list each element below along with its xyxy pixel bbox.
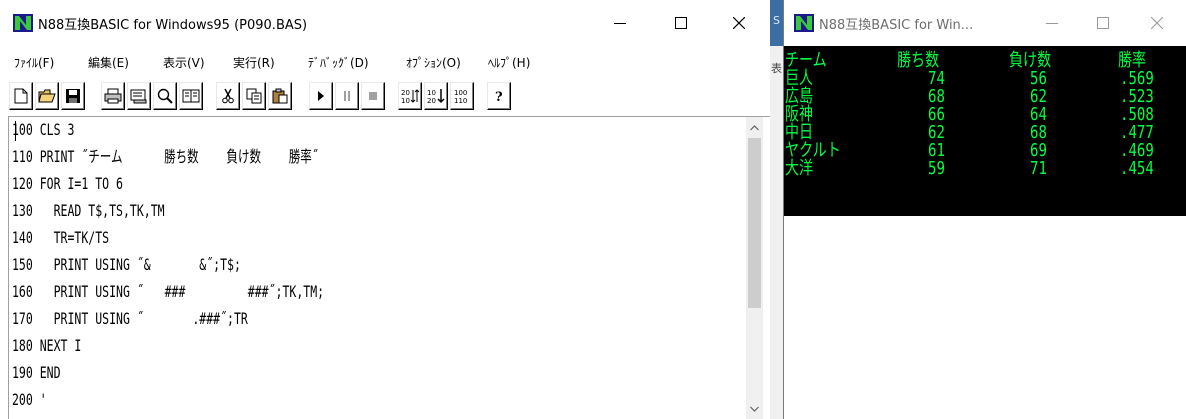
new-icon (14, 88, 28, 104)
minimize-icon (614, 23, 626, 24)
output-pct: .454 (1120, 158, 1154, 179)
find-button[interactable] (153, 82, 177, 110)
print-icon (104, 88, 122, 104)
run-button[interactable] (309, 82, 333, 110)
maximize-icon (675, 17, 687, 29)
menu-run[interactable]: 実行(R) (233, 54, 275, 71)
scroll-up-button[interactable] (746, 119, 763, 136)
svg-text:?: ? (495, 90, 503, 103)
n88-basic-app-icon (13, 14, 33, 32)
renumber-button[interactable]: 20 10 (398, 82, 422, 110)
svg-text:10: 10 (401, 97, 410, 105)
new-file-button[interactable] (9, 82, 33, 110)
print-button[interactable] (101, 82, 125, 110)
svg-text:100: 100 (454, 89, 467, 97)
output-title-bar[interactable]: N88互換BASIC for Win... (784, 0, 1186, 46)
editor-title-bar[interactable]: N88互換BASIC for Windows95 (P090.BAS) (0, 0, 770, 46)
code-line[interactable]: 180 NEXT I (12, 333, 81, 359)
chevron-up-icon (750, 124, 759, 130)
code-line[interactable]: 190 END (12, 360, 61, 386)
help-button[interactable]: ? (487, 82, 511, 110)
book-icon (182, 89, 200, 103)
code-line[interactable]: 130 READ T$,TS,TK,TM (12, 198, 165, 224)
code-editor[interactable]: 100 CLS 3 110 PRINT ˝チーム 勝ち数 負け数 勝率˝ 120… (8, 116, 770, 419)
maximize-icon (1097, 17, 1109, 29)
minimize-icon (1046, 23, 1058, 24)
open-file-button[interactable] (35, 82, 59, 110)
save-icon (66, 89, 80, 103)
code-area[interactable]: 100 CLS 3 110 PRINT ˝チーム 勝ち数 負け数 勝率˝ 120… (12, 117, 742, 419)
code-line[interactable]: 110 PRINT ˝チーム 勝ち数 負け数 勝率˝ (12, 144, 319, 170)
code-line[interactable]: 170 PRINT USING ˝ .###˝;TR (12, 306, 248, 332)
code-line[interactable]: 160 PRINT USING ˝ ### ###˝;TK,TM; (12, 279, 324, 305)
print-preview-button[interactable] (127, 82, 151, 110)
menu-view[interactable]: 表示(V) (163, 54, 205, 71)
maximize-button[interactable] (658, 0, 704, 46)
code-line[interactable]: 100 CLS 3 (12, 117, 74, 143)
reference-button[interactable] (179, 82, 203, 110)
stop-icon (369, 92, 377, 100)
stop-button[interactable] (361, 82, 385, 110)
svg-text:20: 20 (427, 97, 436, 105)
close-icon (1151, 17, 1163, 29)
menu-file[interactable]: ﾌｧｲﾙ(F) (14, 54, 54, 71)
output-team-name: 大洋 (785, 158, 814, 179)
menu-help[interactable]: ﾍﾙﾌﾟ(H) (488, 54, 530, 71)
menu-options[interactable]: ｵﾌﾟｼｮﾝ(O) (406, 54, 461, 71)
editor-window: N88互換BASIC for Windows95 (P090.BAS) ﾌｧｲﾙ… (0, 0, 770, 419)
code-line[interactable]: 120 FOR I=1 TO 6 (12, 171, 123, 197)
menu-edit[interactable]: 編集(E) (88, 54, 129, 71)
save-file-button[interactable] (61, 82, 85, 110)
line-number-button[interactable]: 100 110 (450, 82, 474, 110)
output-wins: 59 (928, 158, 945, 179)
sort-button[interactable]: 10 20 (424, 82, 448, 110)
paste-button[interactable] (268, 82, 292, 110)
output-maximize-button[interactable] (1080, 0, 1126, 46)
svg-text:10: 10 (427, 89, 436, 97)
open-icon (38, 89, 56, 103)
output-window-title: N88互換BASIC for Win... (819, 18, 974, 33)
pause-icon (344, 91, 350, 101)
minimize-button[interactable] (597, 0, 643, 46)
chevron-down-icon (750, 406, 759, 412)
copy-icon (246, 88, 262, 104)
svg-text:110: 110 (454, 97, 467, 105)
background-text-fragment: S (773, 14, 780, 27)
pause-button[interactable] (335, 82, 359, 110)
background-text-fragment: 表 (771, 62, 782, 75)
code-line[interactable]: 140 TR=TK/TS (12, 225, 109, 251)
copy-button[interactable] (242, 82, 266, 110)
close-button[interactable] (716, 0, 762, 46)
run-icon (318, 91, 324, 101)
editor-window-title: N88互換BASIC for Windows95 (P090.BAS) (38, 18, 308, 33)
find-icon (157, 88, 173, 104)
menu-bar: ﾌｧｲﾙ(F) 編集(E) 表示(V) 実行(R) ﾃﾞﾊﾞｯｸﾞ(D) ｵﾌﾟ… (0, 50, 770, 72)
line-number-icon: 100110 (454, 89, 467, 105)
toolbar: 20 10 10 20 100 110 ? (9, 82, 669, 112)
menu-debug[interactable]: ﾃﾞﾊﾞｯｸﾞ(D) (308, 54, 369, 71)
output-minimize-button[interactable] (1029, 0, 1075, 46)
output-losses: 71 (1030, 158, 1047, 179)
scrollbar-thumb[interactable] (748, 138, 761, 308)
cut-icon (222, 88, 234, 104)
code-line[interactable]: 150 PRINT USING ˝& &˝;T$; (12, 252, 241, 278)
output-close-button[interactable] (1134, 0, 1180, 46)
renumber-icon: 2010 (401, 89, 420, 105)
cut-button[interactable] (216, 82, 240, 110)
output-window: N88互換BASIC for Win... チーム 勝ち数 負け数 勝率 巨人 … (783, 0, 1186, 419)
print-preview-icon (130, 89, 147, 104)
vertical-scrollbar[interactable] (746, 117, 763, 419)
code-line[interactable]: 200 ' (12, 387, 47, 413)
close-icon (733, 17, 745, 29)
program-output-screen: チーム 勝ち数 負け数 勝率 巨人 74 56 .569 広島 68 62 .5… (784, 46, 1186, 216)
paste-icon (272, 88, 288, 104)
help-icon: ? (495, 90, 503, 103)
n88-basic-app-icon (794, 14, 814, 32)
scroll-down-button[interactable] (746, 400, 763, 417)
sort-icon: 1020 (427, 89, 445, 105)
svg-text:20: 20 (401, 89, 410, 97)
